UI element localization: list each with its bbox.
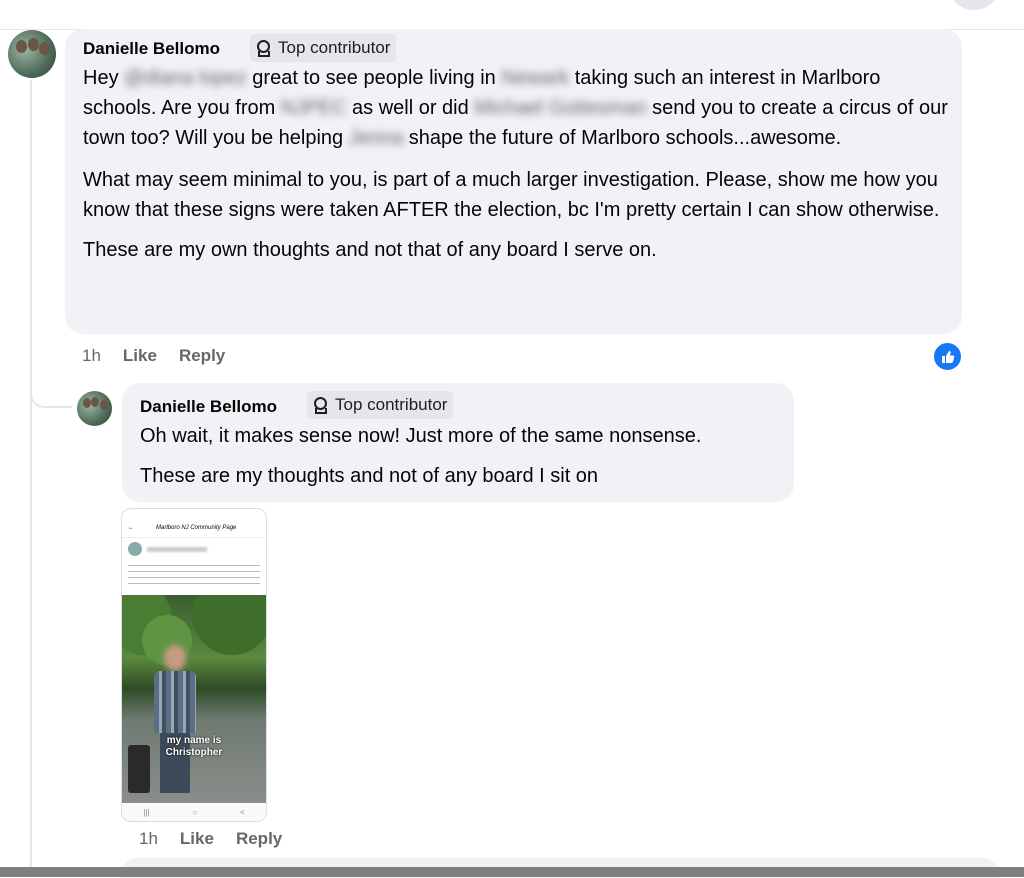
redacted-text: Michael Gottesman <box>474 97 647 119</box>
like-button[interactable]: Like <box>180 829 214 849</box>
comment-timestamp[interactable]: 1h <box>139 829 158 849</box>
like-reaction[interactable] <box>932 341 963 372</box>
comment-author[interactable]: Danielle Bellomo <box>83 39 220 59</box>
contributor-badge-icon <box>256 40 270 57</box>
reply-bubble: Danielle Bellomo Top contributor Oh wait… <box>122 383 794 502</box>
post-avatar <box>128 542 142 556</box>
comment-text: Oh wait, it makes sense now! Just more o… <box>140 421 790 491</box>
redacted-text: Newark <box>501 67 570 89</box>
contributor-badge-icon <box>313 397 327 414</box>
phone-status-bar <box>122 509 266 519</box>
phone-nav-bar: ||| ○ < <box>122 803 266 821</box>
comment-paragraph: Hey @diana lopez great to see people liv… <box>83 67 948 149</box>
comment-paragraph: Oh wait, it makes sense now! Just more o… <box>140 425 702 447</box>
comment-paragraph: What may seem minimal to you, is part of… <box>83 169 940 221</box>
top-bar <box>0 0 1024 30</box>
redacted-name <box>147 546 208 552</box>
comment-paragraph: These are my thoughts and not of any boa… <box>140 465 599 487</box>
comment-author[interactable]: Danielle Bellomo <box>140 397 277 417</box>
redacted-mention: @diana lopez <box>124 67 247 89</box>
recents-icon: ||| <box>143 807 150 817</box>
comment-text: Hey @diana lopez great to see people liv… <box>83 63 958 265</box>
thumbs-up-icon <box>941 350 954 363</box>
comment-timestamp[interactable]: 1h <box>82 346 101 366</box>
back-arrow-icon: ← <box>128 525 134 531</box>
redacted-text: Jenna <box>348 127 404 149</box>
group-title: Marlboro NJ Community Page <box>156 525 237 531</box>
top-contributor-badge[interactable]: Top contributor <box>250 34 397 62</box>
avatar[interactable] <box>77 391 112 426</box>
thread-line <box>30 80 32 870</box>
badge-label: Top contributor <box>278 38 391 57</box>
comment-bubble: Danielle Bellomo Top contributor Hey @di… <box>65 29 962 334</box>
back-icon: < <box>239 807 245 817</box>
post-photo: my name is Christopher <box>122 595 266 803</box>
bottom-bar <box>0 867 1024 877</box>
top-action-button[interactable] <box>950 0 998 10</box>
comment-paragraph: These are my own thoughts and not that o… <box>83 239 657 261</box>
avatar[interactable] <box>8 30 56 78</box>
like-button[interactable]: Like <box>123 346 157 366</box>
post-text <box>128 562 260 586</box>
comment-actions: 1h Like Reply <box>82 346 225 366</box>
reply-button[interactable]: Reply <box>236 829 282 849</box>
reply-button[interactable]: Reply <box>179 346 225 366</box>
top-contributor-badge[interactable]: Top contributor <box>307 391 454 419</box>
badge-label: Top contributor <box>335 395 448 414</box>
home-icon: ○ <box>192 807 198 817</box>
comment-actions: 1h Like Reply <box>139 829 282 849</box>
redacted-text: NJPEC <box>280 97 347 119</box>
video-caption: my name is Christopher <box>165 735 223 758</box>
phone-app-bar: ← Marlboro NJ Community Page <box>122 519 266 538</box>
attached-screenshot[interactable]: ← Marlboro NJ Community Page my name is … <box>121 508 267 822</box>
person-figure <box>152 645 198 795</box>
thread-branch <box>30 386 72 408</box>
